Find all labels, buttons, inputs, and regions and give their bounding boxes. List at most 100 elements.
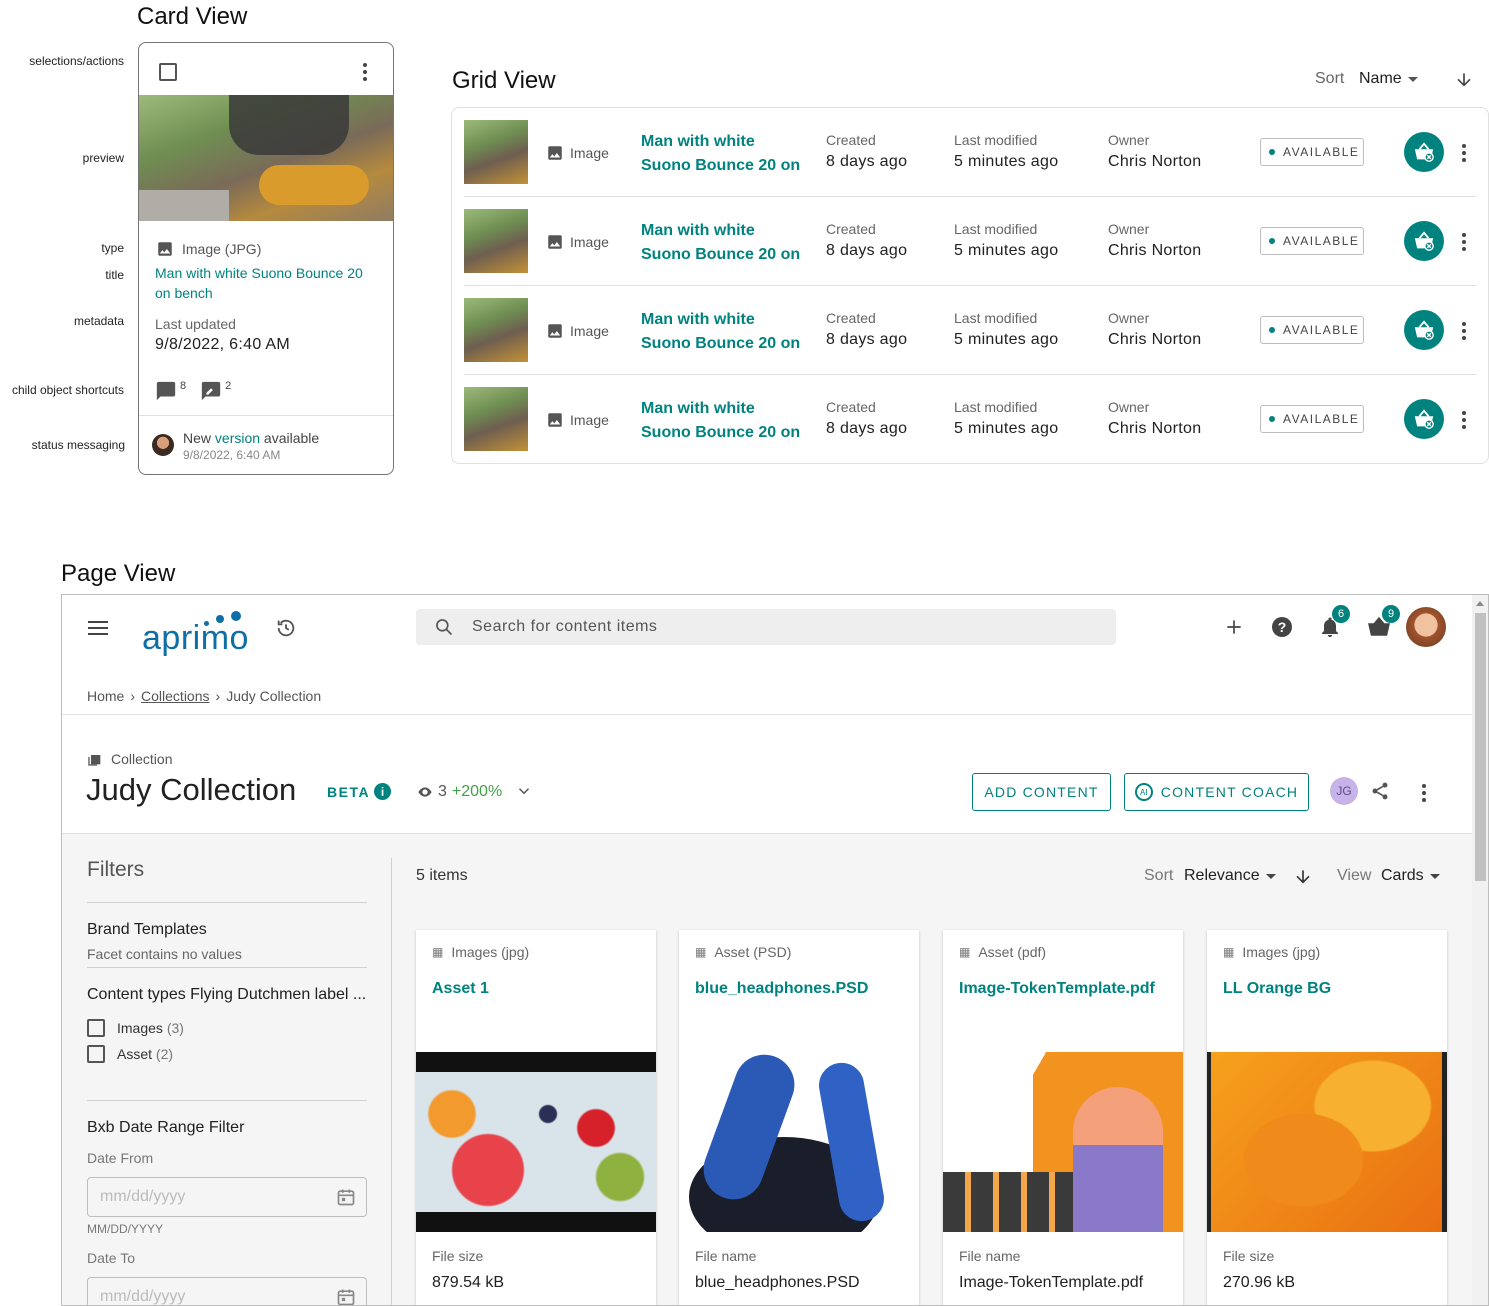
asset-title-link[interactable]: Man with white Suono Bounce 20 on — [641, 219, 811, 267]
asset-title-link[interactable]: Asset 1 — [432, 980, 489, 998]
thumbnail-image[interactable] — [464, 209, 528, 273]
status-dot — [1269, 327, 1275, 333]
asset-meta-value: 879.54 kB — [432, 1274, 505, 1291]
asset-meta-value: 270.96 kB — [1223, 1274, 1296, 1291]
table-icon: ▦ — [695, 945, 707, 959]
owner-value: Chris Norton — [1108, 420, 1202, 437]
content-coach-button[interactable]: AI CONTENT COACH — [1124, 773, 1309, 811]
more-actions-icon[interactable] — [1461, 144, 1467, 162]
date-from-input[interactable]: mm/dd/yyyy — [87, 1177, 367, 1217]
add-to-cart-button[interactable] — [1404, 399, 1444, 439]
created-value: 8 days ago — [826, 420, 908, 437]
help-icon[interactable]: ? — [1270, 615, 1294, 639]
search-icon — [436, 619, 453, 636]
modified-value: 5 minutes ago — [954, 420, 1059, 437]
grid-row[interactable]: Image Man with white Suono Bounce 20 on … — [464, 197, 1476, 286]
owner-value: Chris Norton — [1108, 242, 1202, 259]
sort-direction-icon[interactable] — [1293, 867, 1313, 887]
add-to-cart-button[interactable] — [1404, 310, 1444, 350]
asset-card[interactable]: ▦ Images (jpg) Asset 1 File size 879.54 k… — [416, 930, 656, 1305]
calendar-icon[interactable] — [336, 1287, 356, 1306]
date-placeholder: mm/dd/yyyy — [100, 1188, 186, 1205]
add-to-cart-button[interactable] — [1404, 221, 1444, 261]
more-actions-icon[interactable] — [1461, 322, 1467, 340]
sort-dropdown[interactable]: Relevance — [1184, 867, 1276, 885]
caret-down-icon — [1429, 873, 1440, 879]
facet-option[interactable]: Images (3) — [87, 1019, 184, 1037]
sort-dropdown[interactable]: Name — [1359, 70, 1418, 88]
checkbox[interactable] — [87, 1045, 105, 1063]
asset-title-link[interactable]: Man with white Suono Bounce 20 on bench — [155, 263, 380, 303]
notifications-button[interactable]: 6 — [1318, 605, 1350, 639]
breadcrumb-collections[interactable]: Collections — [141, 688, 209, 704]
basket-icon — [1414, 142, 1434, 162]
search-input[interactable]: Search for content items — [416, 609, 1116, 645]
add-icon[interactable] — [1224, 617, 1244, 637]
sort-direction-icon[interactable] — [1454, 70, 1474, 90]
grid-row[interactable]: Image Man with white Suono Bounce 20 on … — [464, 108, 1476, 197]
sort-value: Name — [1359, 70, 1402, 87]
date-to-input[interactable]: mm/dd/yyyy — [87, 1277, 367, 1306]
hamburger-menu-icon[interactable] — [88, 621, 108, 635]
grid-row[interactable]: Image Man with white Suono Bounce 20 on … — [464, 286, 1476, 375]
annotations-shortcut[interactable]: 2 — [200, 380, 231, 402]
more-actions-icon[interactable] — [1461, 411, 1467, 429]
facet-content-types[interactable]: Content types Flying Dutchmen label ... — [87, 986, 366, 1004]
asset-card[interactable]: ▦ Images (jpg) LL Orange BG File size 270… — [1207, 930, 1447, 1305]
user-avatar[interactable] — [1406, 607, 1446, 647]
more-actions-icon[interactable] — [1421, 784, 1427, 802]
scroll-up-icon[interactable] — [1476, 601, 1484, 606]
asset-type: ▦ Images (jpg) — [432, 944, 529, 960]
more-actions-icon[interactable] — [362, 63, 368, 81]
comments-shortcut[interactable]: 8 — [155, 380, 186, 402]
share-icon[interactable] — [1370, 781, 1390, 801]
user-initials-avatar[interactable]: JG — [1330, 777, 1358, 805]
table-icon: ▦ — [432, 945, 444, 959]
asset-card[interactable]: ▦ Asset (PSD) blue_headphones.PSD File na… — [679, 930, 919, 1305]
info-icon[interactable]: i — [374, 783, 391, 800]
thumbnail-image[interactable] — [464, 298, 528, 362]
comment-icon — [156, 381, 176, 401]
cart-button[interactable]: 9 — [1366, 605, 1400, 639]
select-checkbox[interactable] — [159, 63, 177, 81]
more-actions-icon[interactable] — [1461, 233, 1467, 251]
facet-brand-templates[interactable]: Brand Templates — [87, 921, 207, 939]
meta-value: 9/8/2022, 6:40 AM — [155, 336, 290, 353]
add-content-button[interactable]: ADD CONTENT — [972, 773, 1111, 811]
thumbnail-image[interactable] — [464, 120, 528, 184]
asset-card-example[interactable]: Image (JPG) Man with white Suono Bounce … — [138, 42, 394, 475]
basket-icon — [1414, 231, 1434, 251]
calendar-icon[interactable] — [336, 1187, 356, 1207]
history-icon[interactable] — [275, 617, 297, 639]
facet-option[interactable]: Asset (2) — [87, 1045, 173, 1063]
scrollbar-thumb[interactable] — [1475, 613, 1486, 881]
divider — [139, 415, 393, 416]
asset-title-link[interactable]: Man with white Suono Bounce 20 on — [641, 308, 811, 356]
asset-title-link[interactable]: blue_headphones.PSD — [695, 980, 868, 998]
title-line: Suono Bounce 20 on — [641, 246, 801, 263]
preview-image — [139, 95, 393, 221]
notifications-badge: 6 — [1332, 605, 1350, 623]
view-dropdown[interactable]: Cards — [1381, 867, 1440, 885]
asset-title-link[interactable]: LL Orange BG — [1223, 980, 1331, 998]
checkbox[interactable] — [87, 1019, 105, 1037]
grid-row[interactable]: Image Man with white Suono Bounce 20 on … — [464, 375, 1476, 464]
object-type: Collection — [87, 751, 172, 767]
asset-title-link[interactable]: Man with white Suono Bounce 20 on — [641, 130, 811, 178]
svg-text:?: ? — [1278, 619, 1287, 635]
scrollbar-track[interactable] — [1472, 595, 1488, 1305]
chevron-down-icon[interactable] — [515, 782, 533, 800]
asset-title-link[interactable]: Image-TokenTemplate.pdf — [959, 980, 1155, 998]
add-content-label: ADD CONTENT — [984, 784, 1099, 800]
divider — [87, 967, 367, 968]
facet-date-range[interactable]: Bxb Date Range Filter — [87, 1119, 244, 1137]
title-line: Man with white — [641, 222, 755, 239]
version-link[interactable]: version — [215, 430, 260, 446]
add-to-cart-button[interactable] — [1404, 132, 1444, 172]
asset-card[interactable]: ▦ Asset (pdf) Image-TokenTemplate.pdf Fil… — [943, 930, 1183, 1305]
aprimo-logo[interactable]: aprimo — [142, 611, 257, 657]
status-dot — [1269, 416, 1275, 422]
breadcrumb-home[interactable]: Home — [87, 688, 124, 704]
asset-title-link[interactable]: Man with white Suono Bounce 20 on — [641, 397, 811, 445]
thumbnail-image[interactable] — [464, 387, 528, 451]
